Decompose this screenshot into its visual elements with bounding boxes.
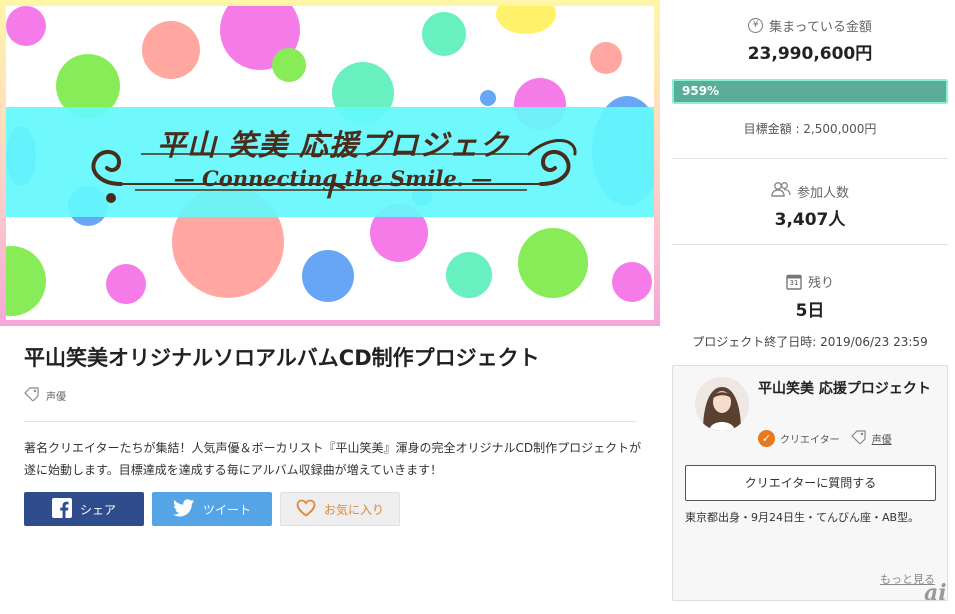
divider <box>672 244 948 245</box>
heart-icon <box>296 499 316 520</box>
project-description: 著名クリエイターたちが集結！人気声優＆ボーカリスト『平山笑美』渾身の完全オリジナ… <box>24 441 642 477</box>
raised-amount-heading: ¥ 集まっている金額 <box>672 16 948 35</box>
hero-image: 平山 笑美 応援プロジェクト — Connecting the Smile. — <box>6 6 654 320</box>
creator-avatar[interactable] <box>695 377 749 431</box>
divider <box>24 421 636 422</box>
creator-card: 平山笑美 応援プロジェクト ✓ クリエイター 声優 クリエイターに質問する 東京… <box>672 365 948 601</box>
project-tag-label: 声優 <box>46 391 66 403</box>
twitter-bird-icon <box>172 498 195 520</box>
funding-progress-bar: 959% <box>672 79 948 104</box>
people-icon <box>771 181 791 201</box>
project-logo: 平山 笑美 応援プロジェクト — Connecting the Smile. — <box>81 114 581 214</box>
project-tag[interactable]: 声優 <box>24 386 66 404</box>
twitter-share-button[interactable]: ツイート <box>152 492 272 526</box>
project-hero-banner: 平山 笑美 応援プロジェクト — Connecting the Smile. — <box>0 0 660 326</box>
participants-heading: 参加人数 <box>672 181 948 201</box>
favorite-button[interactable]: お気に入り <box>280 492 400 526</box>
yen-coin-icon: ¥ <box>748 18 764 33</box>
facebook-share-button[interactable]: シェア <box>24 492 144 526</box>
favorite-label: お気に入り <box>323 502 384 517</box>
participants-label: 参加人数 <box>796 185 849 201</box>
site-watermark-logo: ai <box>924 580 947 606</box>
logo-subtitle: — Connecting the Smile. — <box>173 166 493 191</box>
calendar-day: 31 <box>789 279 799 287</box>
creator-name[interactable]: 平山笑美 応援プロジェクト <box>758 377 938 401</box>
facebook-share-label: シェア <box>79 502 116 517</box>
remaining-label: 残り <box>807 276 834 291</box>
twitter-share-label: ツイート <box>202 502 251 517</box>
goal-amount: 目標金額 : 2,500,000円 <box>743 122 877 136</box>
ask-creator-button[interactable]: クリエイターに質問する <box>685 465 936 501</box>
tag-icon <box>850 430 867 447</box>
divider <box>672 158 948 159</box>
verified-check-icon: ✓ <box>758 430 775 447</box>
logo-title: 平山 笑美 応援プロジェクト <box>156 128 510 204</box>
end-date: プロジェクト終了日時: 2019/06/23 23:59 <box>692 335 928 349</box>
calendar-icon: 31 <box>786 273 802 290</box>
progress-percent: 959% <box>682 84 720 98</box>
participants-value: 3,407人 <box>774 210 846 230</box>
raised-amount-label: 集まっている金額 <box>769 20 872 35</box>
tag-icon <box>24 386 40 404</box>
project-title: 平山笑美オリジナルソロアルバムCD制作プロジェクト <box>24 346 540 370</box>
remaining-days-value: 5日 <box>795 301 825 321</box>
facebook-icon <box>51 497 72 521</box>
creator-tag-link[interactable]: 声優 <box>872 431 892 446</box>
remaining-heading: 31 残り <box>672 272 948 291</box>
creator-bio: 東京都出身・9月24日生・てんびん座・AB型。 <box>685 511 920 524</box>
creator-meta: ✓ クリエイター 声優 <box>758 430 892 447</box>
raised-amount-value: 23,990,600円 <box>747 44 873 64</box>
creator-role: クリエイター <box>780 435 840 446</box>
